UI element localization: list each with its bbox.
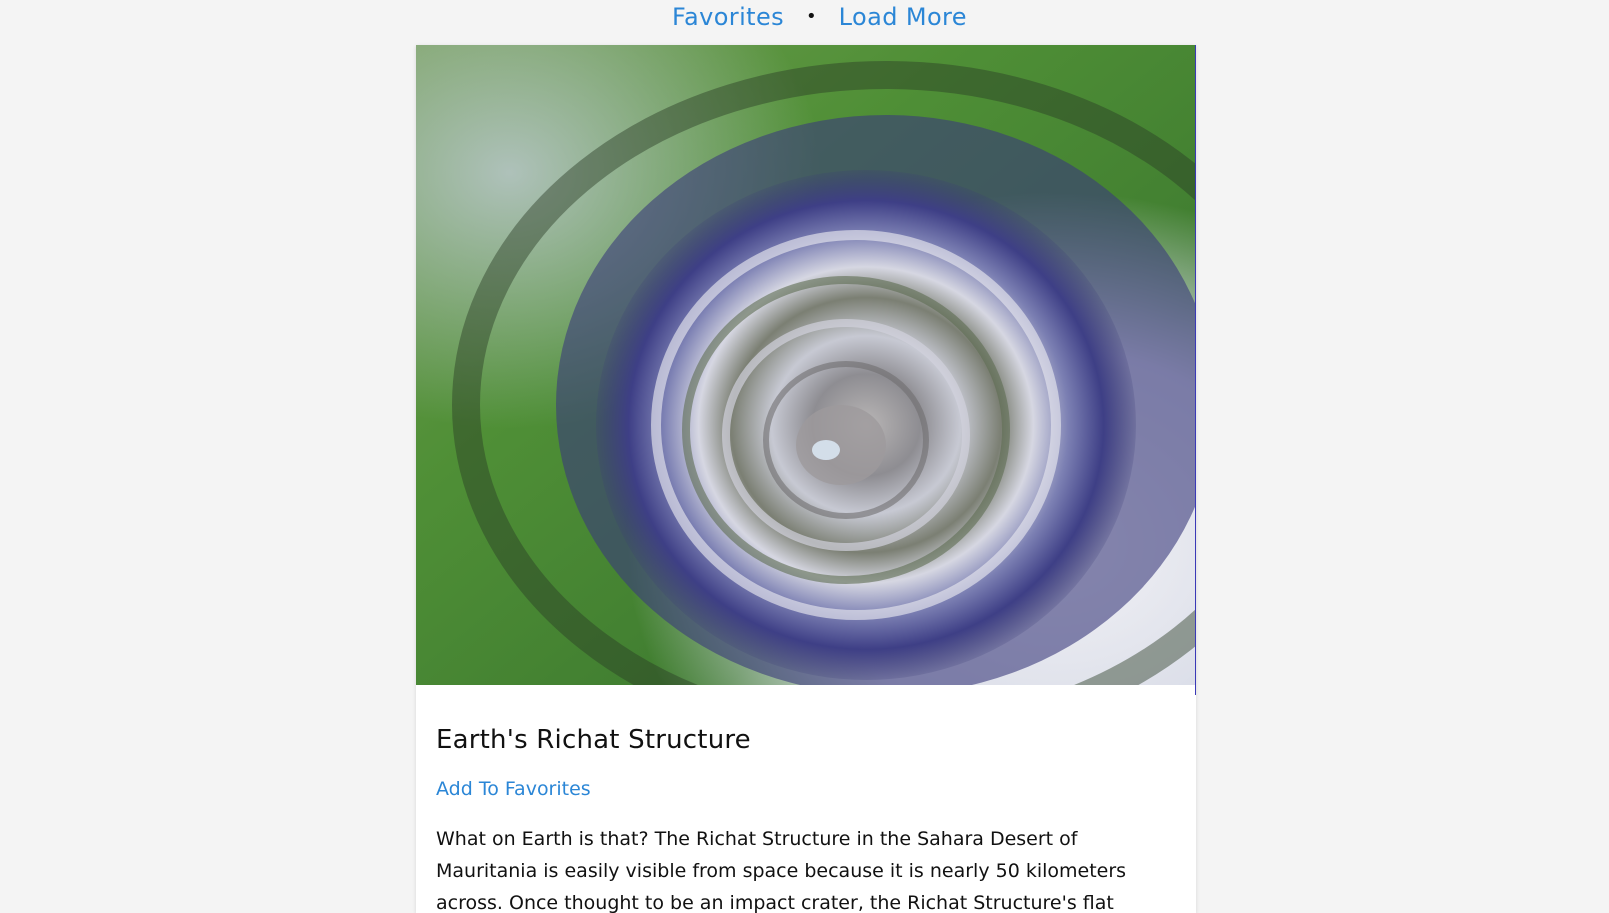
nav-links: Favorites • Load More	[672, 2, 967, 32]
satellite-image	[416, 45, 1196, 685]
load-more-link[interactable]: Load More	[839, 2, 967, 32]
top-navigation: Favorites • Load More	[0, 0, 1609, 36]
apod-card: Earth's Richat Structure Add To Favorite…	[416, 45, 1196, 913]
apod-title: Earth's Richat Structure	[436, 725, 751, 755]
card-body: Earth's Richat Structure Add To Favorite…	[436, 723, 1181, 913]
image-border	[1195, 45, 1196, 695]
apod-description: What on Earth is that? The Richat Struct…	[436, 828, 1127, 913]
add-to-favorites-link[interactable]: Add To Favorites	[436, 777, 591, 801]
favorites-link[interactable]: Favorites	[672, 2, 784, 32]
nav-separator: •	[806, 6, 817, 27]
richat-structure-image	[416, 45, 1196, 685]
